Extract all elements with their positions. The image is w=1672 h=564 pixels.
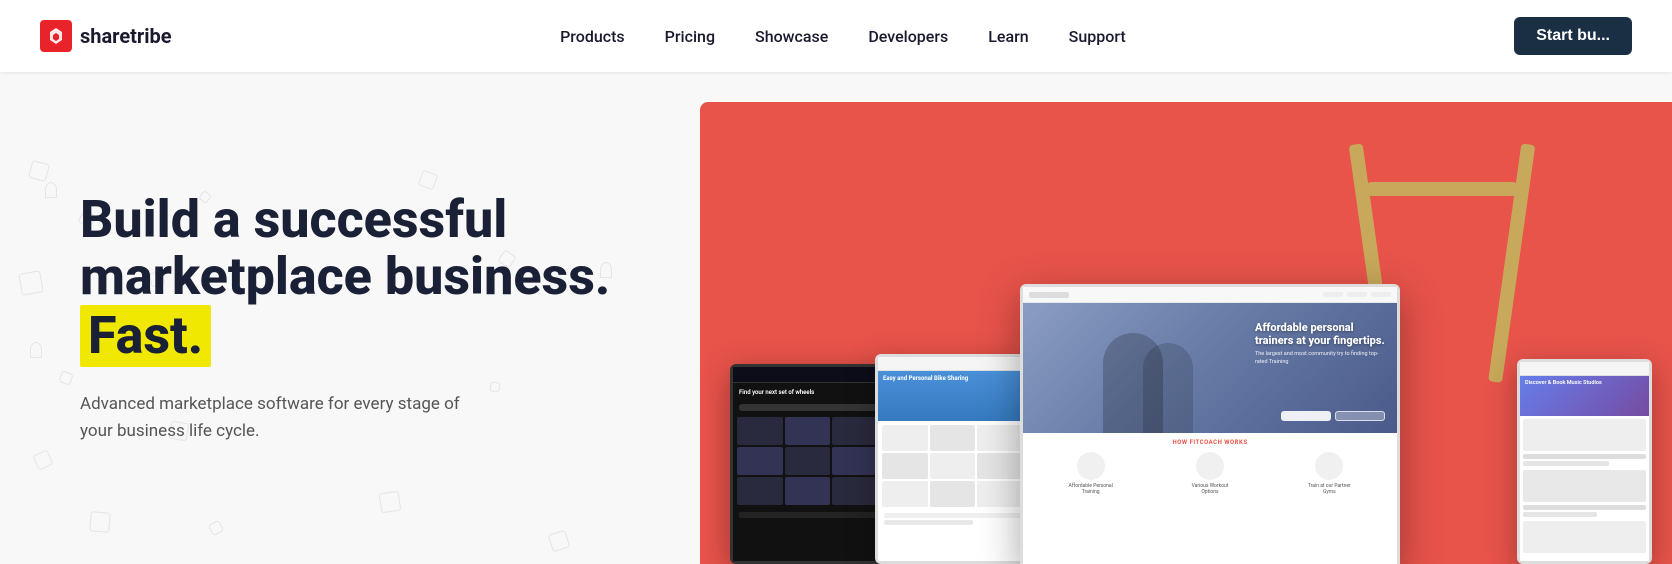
screen-main: Affordable personal trainers at your fin… [1020,284,1400,564]
screen2-title: Easy and Personal Bike Sharing [878,371,1027,387]
screen-right: Discover & Book Music Studios [1517,359,1652,564]
screen3-item2: Various Workout Options [1187,483,1232,495]
easel-crossbar [1367,182,1517,196]
screen-light: Easy and Personal Bike Sharing [875,354,1030,564]
hero-highlight: Fast. [80,305,211,366]
screen1-title: Find your next set of wheels [733,383,882,402]
nav-developers[interactable]: Developers [852,19,964,54]
nav-products[interactable]: Products [544,19,641,54]
hero-content: Build a successful marketplace business.… [0,72,680,564]
logo-name: sharetribe [80,24,172,48]
screen3-item3: Train at our Partner Gyms [1307,483,1352,495]
nav-showcase[interactable]: Showcase [739,19,844,54]
screen3-section: HOW FITCOACH WORKS [1031,439,1389,446]
start-building-button[interactable]: Start bu... [1514,17,1632,55]
logo-icon [40,20,72,52]
hero-visual: Find your next set of wheels [680,72,1672,564]
navbar: sharetribe Products Pricing Showcase Dev… [0,0,1672,72]
hero-subtitle: Advanced marketplace software for every … [80,391,460,445]
screen3-title: Affordable personal trainers at your fin… [1255,321,1385,347]
screen3-subtitle: The largest and most community try to fi… [1255,351,1385,365]
screen-dark: Find your next set of wheels [730,364,885,564]
screen3-item1: Affordable Personal Training [1068,483,1113,495]
hero-section: Build a successful marketplace business.… [0,72,1672,564]
main-nav: Products Pricing Showcase Developers Lea… [544,27,1142,46]
nav-pricing[interactable]: Pricing [649,19,731,54]
nav-support[interactable]: Support [1053,19,1142,54]
hero-title: Build a successful marketplace business.… [80,191,620,367]
nav-learn[interactable]: Learn [972,19,1044,54]
logo-link[interactable]: sharetribe [40,20,172,52]
screen4-title: Discover & Book Music Studios [1520,376,1649,390]
